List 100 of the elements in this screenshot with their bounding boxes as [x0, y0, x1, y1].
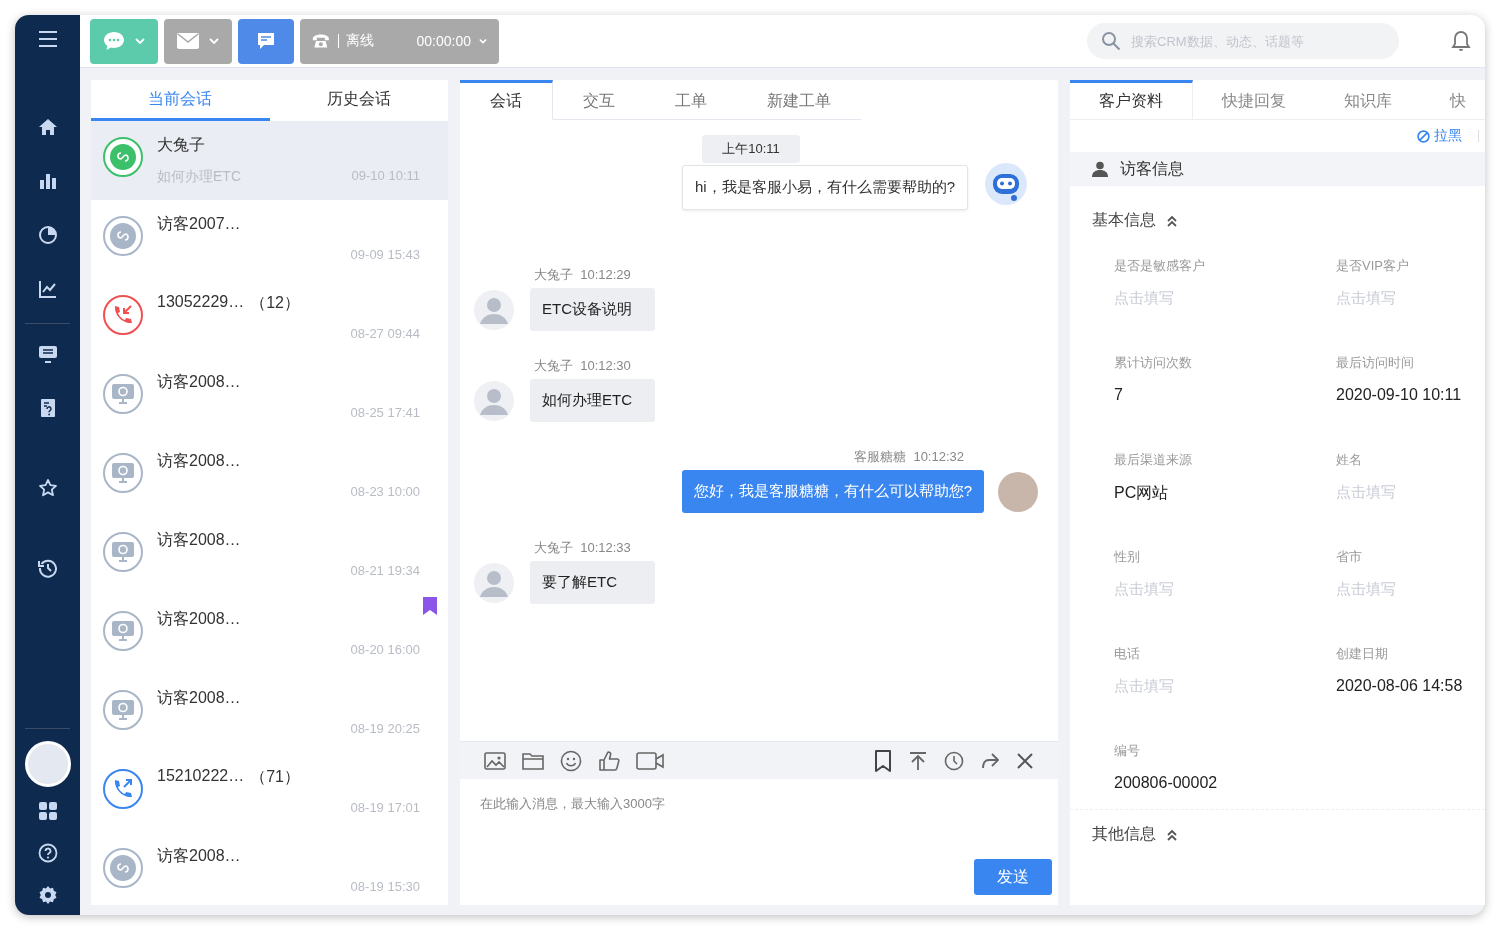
- home-icon[interactable]: [37, 117, 58, 137]
- conversation-time: 08-25 17:41: [350, 405, 420, 420]
- conversation-time: 08-21 19:34: [350, 563, 420, 578]
- conversation-item[interactable]: 访客2008… 08-20 16:00: [91, 595, 448, 674]
- customer-message-bubble: ETC设备说明: [530, 288, 655, 331]
- monitor-icon: [111, 541, 135, 563]
- profile-tab[interactable]: 客户资料: [1070, 80, 1193, 119]
- bookmark-icon[interactable]: [422, 597, 438, 615]
- field-label: 编号: [1114, 742, 1141, 760]
- message-button[interactable]: [238, 18, 294, 64]
- caret-icon: [478, 38, 487, 44]
- customer-message-bubble: 要了解ETC: [530, 561, 655, 604]
- bar-chart-icon[interactable]: [37, 171, 58, 191]
- chat-bubble-icon: [103, 31, 125, 51]
- field-value: 7: [1114, 386, 1124, 404]
- contact-name: 访客2008…: [157, 688, 241, 708]
- phone-status-text: 离线: [346, 32, 375, 50]
- search-icon: [1101, 31, 1121, 51]
- star-icon[interactable]: [37, 478, 58, 498]
- folder-icon[interactable]: [522, 750, 544, 771]
- bot-message-bubble: hi，我是客服小易，有什么需要帮助的?: [681, 165, 968, 210]
- person-icon: [1092, 161, 1108, 177]
- field-label: 电话: [1114, 645, 1141, 663]
- conversation-item[interactable]: 访客2008… 08-21 19:34: [91, 516, 448, 595]
- section-title: 其他信息: [1092, 824, 1156, 844]
- field-label: 累计访问次数: [1114, 354, 1193, 372]
- forward-icon[interactable]: [980, 750, 1000, 771]
- collapse-chevron-icon[interactable]: [1166, 828, 1178, 841]
- blacklist-link[interactable]: 拉黑: [1417, 127, 1462, 145]
- agent-message-bubble: 您好，我是客服糖糖，有什么可以帮助您?: [681, 470, 984, 513]
- field-label: 省市: [1336, 548, 1363, 566]
- collapse-chevron-icon[interactable]: [1166, 214, 1178, 227]
- field-label: 姓名: [1336, 451, 1363, 469]
- message-icon: [256, 31, 276, 51]
- smiley-icon[interactable]: [560, 749, 582, 772]
- conversation-item[interactable]: 访客2008… 08-19 15:30: [91, 832, 448, 905]
- contact-name: 访客2008…: [157, 530, 241, 550]
- message-meta: 大兔子 10:12:30: [534, 357, 632, 375]
- line-chart-icon[interactable]: [37, 279, 58, 299]
- apps-grid-icon[interactable]: [37, 801, 58, 821]
- agent-avatar: [998, 471, 1038, 512]
- conversation-item[interactable]: 访客2008… 08-23 10:00: [91, 437, 448, 516]
- conversation-time: 08-19 20:25: [350, 721, 420, 736]
- close-icon[interactable]: [1016, 751, 1034, 770]
- field-value: 2020-09-10 10:11: [1336, 386, 1463, 404]
- pin-to-top-icon[interactable]: [908, 750, 928, 771]
- user-silhouette-avatar: [474, 380, 514, 421]
- contact-name: 大兔子: [157, 135, 205, 155]
- link-icon: [110, 144, 136, 170]
- message-count: （71）: [250, 767, 300, 787]
- history-icon[interactable]: [37, 558, 58, 578]
- chat-tab[interactable]: 会话: [460, 80, 553, 120]
- monitor-icon: [111, 620, 135, 642]
- conversation-item[interactable]: 访客2008… 08-19 20:25: [91, 674, 448, 753]
- monitor-icon: [111, 383, 135, 405]
- user-avatar[interactable]: [24, 741, 71, 787]
- conversation-item[interactable]: 访客2008… 08-25 17:41: [91, 358, 448, 437]
- field-value: 200806-00002: [1114, 774, 1219, 792]
- settings-icon[interactable]: [37, 885, 58, 905]
- send-button[interactable]: 发送: [974, 859, 1052, 895]
- section-title: 基本信息: [1092, 210, 1156, 230]
- robot-avatar: [984, 161, 1028, 206]
- call-timer: 00:00:00: [416, 33, 471, 49]
- contact-name: 访客2007…: [157, 214, 241, 234]
- contact-name: 访客2008…: [157, 451, 241, 471]
- menu-icon[interactable]: [37, 29, 58, 49]
- monitor-icon[interactable]: [37, 344, 58, 364]
- user-silhouette-avatar: [474, 289, 514, 330]
- conversation-time: 08-20 16:00: [350, 642, 420, 657]
- field-label: 是否是敏感客户: [1114, 257, 1206, 275]
- thumbs-up-icon[interactable]: [598, 749, 620, 772]
- ban-icon: [1417, 129, 1430, 143]
- conversation-item[interactable]: 15210222… （71） 08-19 17:01: [91, 753, 448, 832]
- customer-message-bubble: 如何办理ETC: [530, 379, 655, 422]
- field-label: 最后渠道来源: [1114, 451, 1193, 469]
- link-icon: [110, 855, 136, 881]
- field-value: 2020-08-06 14:58: [1336, 677, 1463, 695]
- conversation-time: 08-19 17:01: [350, 800, 420, 815]
- contact-name: 15210222…: [157, 767, 245, 786]
- monitor-icon: [111, 462, 135, 484]
- image-icon[interactable]: [484, 750, 506, 771]
- field-label: 性别: [1114, 548, 1141, 566]
- caret-icon: [209, 38, 219, 44]
- conversation-time: 08-27 09:44: [350, 326, 420, 341]
- message-count: （12）: [250, 293, 300, 313]
- notification-bell-icon[interactable]: [1451, 30, 1471, 52]
- conversation-item[interactable]: 访客2007… 09-09 15:43: [91, 200, 448, 279]
- help-icon[interactable]: [37, 843, 58, 863]
- conversation-time: 09-09 15:43: [350, 247, 420, 262]
- pie-chart-icon[interactable]: [37, 225, 58, 245]
- video-camera-icon[interactable]: [636, 750, 664, 771]
- conversation-item[interactable]: 13052229… （12） 08-27 09:44: [91, 279, 448, 358]
- contact-name: 访客2008…: [157, 372, 241, 392]
- message-meta: 客服糖糖 10:12:32: [853, 448, 964, 466]
- conversation-time: 08-23 10:00: [350, 484, 420, 499]
- bookmark-icon[interactable]: [874, 749, 892, 772]
- message-meta: 大兔子 10:12:29: [534, 266, 632, 284]
- clock-icon[interactable]: [944, 750, 964, 771]
- message-meta: 大兔子 10:12:33: [534, 539, 632, 557]
- link-icon: [110, 223, 136, 249]
